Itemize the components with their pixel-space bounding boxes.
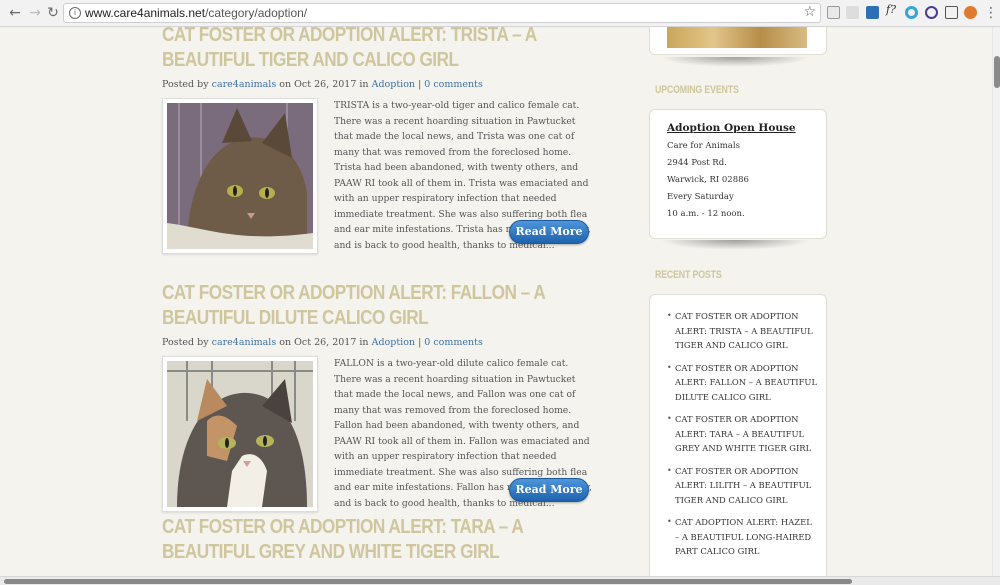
formula-icon[interactable]: f? xyxy=(886,3,899,16)
extension-icon[interactable] xyxy=(925,6,938,19)
extension-icon[interactable] xyxy=(945,6,958,19)
url-path: /category/adoption/ xyxy=(205,6,308,20)
event-line: Warwick, RI 02886 xyxy=(667,175,749,185)
extension-icon[interactable] xyxy=(846,6,859,19)
author-link[interactable]: care4animals xyxy=(212,337,277,348)
read-more-button[interactable]: Read More xyxy=(509,220,589,244)
cat-photo xyxy=(167,103,313,249)
horizontal-scroll-thumb[interactable] xyxy=(4,579,852,584)
author-link[interactable]: care4animals xyxy=(212,79,277,90)
recent-posts-heading: RECENT POSTS xyxy=(655,269,722,281)
recent-post-link[interactable]: CAT FOSTER OR ADOPTION ALERT: FALLON – A… xyxy=(667,361,818,405)
recent-post-link[interactable]: CAT ADOPTION ALERT: HAZEL – A BEAUTIFUL … xyxy=(667,515,818,559)
post-thumbnail[interactable] xyxy=(162,98,318,254)
category-link[interactable]: Adoption xyxy=(372,79,415,90)
page-content: CAT FOSTER OR ADOPTION ALERT: TRISTA – A… xyxy=(0,27,992,576)
post-meta: Posted by care4animals on Oct 26, 2017 i… xyxy=(162,337,592,348)
cat-illustration xyxy=(167,361,313,507)
recent-posts-list: CAT FOSTER OR ADOPTION ALERT: TRISTA – A… xyxy=(650,295,826,559)
cat-illustration xyxy=(167,103,313,249)
extension-icon[interactable] xyxy=(866,6,879,19)
event-line: 2944 Post Rd. xyxy=(667,158,727,168)
post-body: FALLON is a two-year-old dilute calico f… xyxy=(162,356,592,514)
back-icon[interactable]: ← xyxy=(6,4,24,22)
extension-icon[interactable] xyxy=(964,6,977,19)
post-date: on Oct 26, 2017 in xyxy=(279,337,369,348)
post-title[interactable]: CAT FOSTER OR ADOPTION ALERT: FALLON – A… xyxy=(162,281,592,331)
sidebar-image-widget xyxy=(649,27,827,55)
meta-separator: | xyxy=(418,79,422,90)
extension-icon[interactable] xyxy=(827,6,840,19)
events-heading: UPCOMING EVENTS xyxy=(655,84,739,96)
posted-by-label: Posted by xyxy=(162,79,209,90)
post-title[interactable]: CAT FOSTER OR ADOPTION ALERT: TRISTA – A… xyxy=(162,27,592,73)
post-article: CAT FOSTER OR ADOPTION ALERT: FALLON – A… xyxy=(162,281,592,514)
post-date: on Oct 26, 2017 in xyxy=(279,79,369,90)
event-title-link[interactable]: Adoption Open House xyxy=(667,122,826,134)
browser-toolbar: ← → ↻ i www.care4animals.net/category/ad… xyxy=(0,0,1000,27)
post-article: CAT FOSTER OR ADOPTION ALERT: TARA – A B… xyxy=(162,515,592,565)
category-link[interactable]: Adoption xyxy=(372,337,415,348)
url-text[interactable]: www.care4animals.net/category/adoption/ xyxy=(85,6,307,20)
sidebar-banner-image[interactable] xyxy=(667,27,807,48)
events-widget: Adoption Open House Care for Animals 294… xyxy=(649,109,827,239)
meta-separator: | xyxy=(418,337,422,348)
recent-post-link[interactable]: CAT FOSTER OR ADOPTION ALERT: LILITH – A… xyxy=(667,464,818,508)
posted-by-label: Posted by xyxy=(162,337,209,348)
post-article: CAT FOSTER OR ADOPTION ALERT: TRISTA – A… xyxy=(162,27,592,256)
menu-icon[interactable]: ⋮ xyxy=(982,4,1000,22)
address-bar[interactable]: i www.care4animals.net/category/adoption… xyxy=(63,3,821,23)
event-line: 10 a.m. - 12 noon. xyxy=(667,209,745,219)
forward-icon[interactable]: → xyxy=(26,4,44,22)
comments-link[interactable]: 0 comments xyxy=(424,79,483,90)
post-thumbnail[interactable] xyxy=(162,356,318,512)
recent-post-link[interactable]: CAT FOSTER OR ADOPTION ALERT: TRISTA – A… xyxy=(667,309,818,353)
comments-link[interactable]: 0 comments xyxy=(424,337,483,348)
vertical-scrollbar[interactable] xyxy=(992,27,1000,576)
post-title[interactable]: CAT FOSTER OR ADOPTION ALERT: TARA – A B… xyxy=(162,515,592,565)
horizontal-scrollbar[interactable] xyxy=(0,576,1000,585)
recent-posts-widget: CAT FOSTER OR ADOPTION ALERT: TRISTA – A… xyxy=(649,294,827,576)
recent-post-link[interactable]: CAT FOSTER OR ADOPTION ALERT: TARA – A B… xyxy=(667,412,818,456)
box-shadow xyxy=(660,240,810,250)
extension-icon[interactable] xyxy=(905,6,918,19)
reload-icon[interactable]: ↻ xyxy=(44,4,62,22)
url-host: www.care4animals.net xyxy=(85,6,206,20)
read-more-button[interactable]: Read More xyxy=(509,478,589,502)
vertical-scroll-thumb[interactable] xyxy=(994,56,1000,88)
bookmark-star-icon[interactable]: ☆ xyxy=(803,4,816,20)
post-meta: Posted by care4animals on Oct 26, 2017 i… xyxy=(162,79,592,90)
cat-photo xyxy=(167,361,313,507)
event-line: Care for Animals xyxy=(667,141,740,151)
event-line: Every Saturday xyxy=(667,192,734,202)
box-shadow xyxy=(660,57,810,67)
info-icon[interactable]: i xyxy=(69,7,81,19)
post-body: TRISTA is a two-year-old tiger and calic… xyxy=(162,98,592,256)
